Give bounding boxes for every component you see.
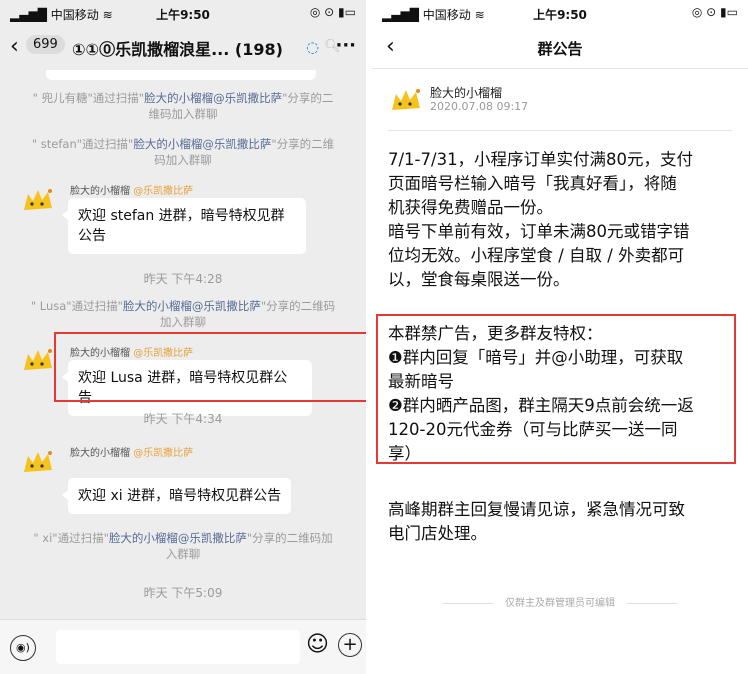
sender-name: 脸大的小榴榴 @乐凯撒比萨: [70, 444, 193, 459]
avatar[interactable]: [20, 184, 56, 218]
system-message: " xi"通过扫描"脸大的小榴榴@乐凯撒比萨"分享的二维码加入群聊: [30, 530, 336, 562]
emoji-icon[interactable]: ☺: [306, 632, 329, 657]
avatar[interactable]: [388, 84, 424, 118]
sender-label: 脸大的小榴榴: [70, 186, 130, 197]
system-link[interactable]: 脸大的小榴榴@乐凯撒比萨: [109, 531, 247, 545]
more-icon[interactable]: ···: [335, 35, 356, 56]
highlight-box: [54, 332, 366, 402]
unread-count[interactable]: 699: [26, 35, 65, 54]
sender-name: 脸大的小榴榴 @乐凯撒比萨: [70, 182, 193, 197]
time-stamp: 昨天 下午5:09: [143, 586, 223, 600]
sender-label: 脸大的小榴榴: [70, 448, 130, 459]
chat-title: ①①⓪乐凯撒榴浪星... (198): [72, 40, 283, 59]
paragraph-line: 位均无效。小程序堂食 / 自取 / 外卖都可: [388, 246, 685, 265]
time-stamp: 昨天 下午4:28: [143, 272, 223, 286]
announcement-header: ‹ 群公告: [372, 26, 748, 69]
system-link[interactable]: 脸大的小榴榴@乐凯撒比萨: [123, 299, 261, 313]
message-text: 欢迎 xi 进群，暗号特权见群公告: [78, 488, 282, 504]
paragraph-line: 高峰期群主回复慢请见谅，紧急情况可致: [388, 500, 685, 519]
system-message: " 兜儿有糖"通过扫描"脸大的小榴榴@乐凯撒比萨"分享的二维码加入群聊: [30, 90, 336, 122]
chat-header: ‹ 699 ①①⓪乐凯撒榴浪星... (198) ◌ 🔍︎ ···: [0, 26, 366, 68]
plus-icon[interactable]: +: [338, 633, 362, 657]
author-date: 2020.07.08 09:17: [430, 100, 529, 113]
system-link[interactable]: 脸大的小榴榴@乐凯撒比萨: [144, 91, 282, 105]
system-text: " stefan"通过扫描": [31, 137, 134, 151]
loading-icon: ◌: [306, 38, 320, 56]
chat-panel: ▂▄▆█ 中国移动 ≋ 上午9:50 ◎ ⊙ ▮▭ ‹ 699 ①①⓪乐凯撒榴浪…: [0, 0, 366, 674]
page-title: 群公告: [537, 40, 583, 58]
back-icon[interactable]: ‹: [10, 34, 19, 59]
time-stamp: 昨天 下午4:34: [143, 412, 223, 426]
paragraph-line: 电门店处理。: [388, 524, 487, 543]
status-bar: ▂▄▆█ 中国移动 ≋ 上午9:50 ◎ ⊙ ▮▭: [0, 0, 366, 26]
divider: [388, 130, 732, 131]
avatar[interactable]: [20, 344, 56, 378]
paragraph-line: 以，堂食每桌限送一份。: [388, 270, 570, 289]
system-message: " Lusa"通过扫描"脸大的小榴榴@乐凯撒比萨"分享的二维码加入群聊: [30, 298, 336, 330]
announcement-panel: ▂▄▆█ 中国移动 ≋ 上午9:50 ◎ ⊙ ▮▭ ‹ 群公告 脸大的小榴榴 2…: [372, 0, 748, 674]
message-text: 欢迎 stefan 进群，暗号特权见群: [78, 208, 285, 224]
battery-icon: ◎ ⊙ ▮▭: [691, 5, 738, 19]
announcement-paragraph: 高峰期群主回复慢请见谅，紧急情况可致 电门店处理。: [388, 498, 736, 546]
status-bar: ▂▄▆█ 中国移动 ≋ 上午9:50 ◎ ⊙ ▮▭: [372, 0, 748, 26]
paragraph-line: 7/1-7/31，小程序订单实付满80元，支付: [388, 150, 694, 169]
mention: @乐凯撒比萨: [133, 448, 194, 459]
announcement-paragraph: 7/1-7/31，小程序订单实付满80元，支付 页面暗号栏输入暗号「我真好看」，…: [388, 148, 736, 292]
system-message: " stefan"通过扫描"脸大的小榴榴@乐凯撒比萨"分享的二维码加入群聊: [30, 136, 336, 168]
highlight-box: [376, 314, 736, 464]
avatar[interactable]: [20, 446, 56, 480]
system-text: " xi"通过扫描": [33, 531, 109, 545]
footer-note: 仅群主及群管理员可编辑: [372, 594, 748, 609]
author-name: 脸大的小榴榴: [430, 86, 503, 100]
message-input[interactable]: [56, 630, 300, 664]
paragraph-line: 页面暗号栏输入暗号「我真好看」，将随: [388, 174, 677, 193]
message-bubble[interactable]: 欢迎 stefan 进群，暗号特权见群 公告: [62, 198, 306, 254]
message-text: 公告: [78, 228, 106, 244]
input-bar: ◉) ☺ +: [0, 619, 366, 674]
system-text: " 兜儿有糖"通过扫描": [32, 91, 145, 105]
system-link[interactable]: 脸大的小榴榴@乐凯撒比萨: [133, 137, 271, 151]
battery-icon: ◎ ⊙ ▮▭: [309, 5, 356, 19]
previous-bubble: [46, 70, 316, 80]
voice-icon[interactable]: ◉): [10, 635, 36, 661]
mention: @乐凯撒比萨: [133, 186, 194, 197]
paragraph-line: 机获得免费赠品一份。: [388, 198, 553, 217]
paragraph-line: 暗号下单前有效，订单未满80元或错字错: [388, 222, 690, 241]
message-bubble[interactable]: 欢迎 xi 进群，暗号特权见群公告: [61, 478, 292, 514]
system-text: " Lusa"通过扫描": [30, 299, 123, 313]
